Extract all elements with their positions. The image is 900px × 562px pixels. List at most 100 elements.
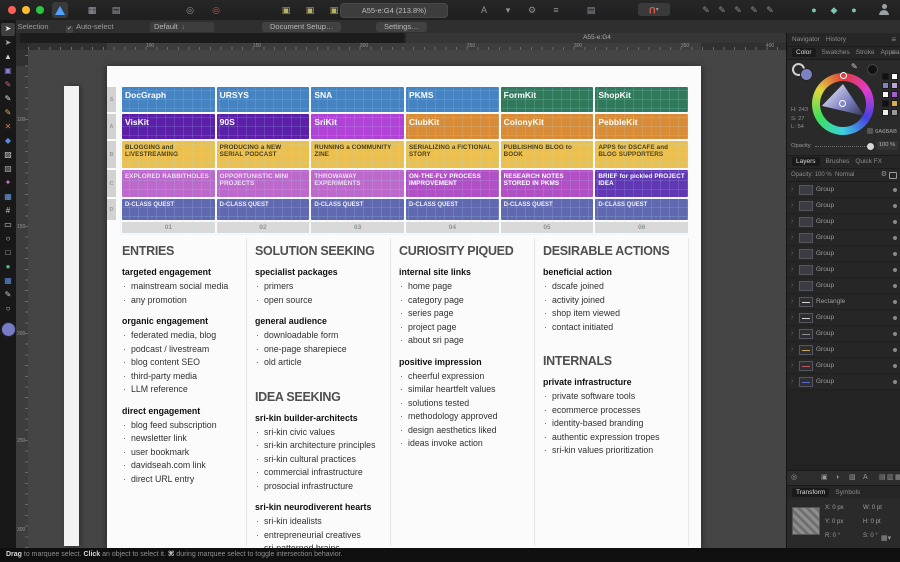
tab-color[interactable]: Color [792, 48, 816, 57]
layer-visibility-dot[interactable] [893, 284, 897, 288]
ellipse-tool[interactable]: ○ [1, 233, 15, 246]
expand-chevron-icon[interactable]: › [791, 378, 796, 385]
insert-pen-icon-5[interactable]: ✎ [762, 3, 778, 17]
expand-chevron-icon[interactable]: › [791, 250, 796, 257]
matrix-cell[interactable]: PUBLISHING BLOG to BOOK [501, 141, 594, 168]
layer-visibility-dot[interactable] [893, 252, 897, 256]
insert-pen-icon-2[interactable]: ✎ [714, 3, 730, 17]
eraser-tool[interactable]: ✕ [1, 121, 15, 134]
assets-icon[interactable]: ● [846, 3, 862, 17]
gradient-tool[interactable]: ▨ [1, 149, 15, 162]
transform-field[interactable]: H: 0 pt [863, 519, 881, 525]
layer-visibility-dot[interactable] [893, 300, 897, 304]
move-tool[interactable]: ➤ [1, 23, 15, 36]
layer-row[interactable]: ›Group [787, 262, 900, 278]
color-swatch[interactable] [882, 82, 889, 89]
blend-mode-dropdown[interactable]: Normal [835, 172, 854, 178]
layer-visibility-dot[interactable] [893, 268, 897, 272]
shapes-icon[interactable]: ◆ [826, 3, 842, 17]
delete-layer-icon[interactable]: ▦ [895, 471, 900, 485]
vector-brush-tool[interactable]: ✎ [1, 79, 15, 92]
tab-appearance[interactable]: Appearance [881, 49, 900, 56]
matrix-cell[interactable]: APPS for DSCAFE and BLOG SUPPORTERS [595, 141, 688, 168]
color-swatch[interactable] [891, 82, 898, 89]
opacity-value[interactable]: 100 % [876, 141, 898, 150]
layer-row[interactable]: ›Group [787, 198, 900, 214]
horizontal-ruler[interactable]: 100150200250300350400 [28, 43, 786, 50]
text-column[interactable]: SOLUTION SEEKINGspecialist packagesprime… [255, 244, 385, 556]
expand-chevron-icon[interactable]: › [791, 234, 796, 241]
rounded-rectangle-tool[interactable]: □ [1, 247, 15, 260]
layer-row[interactable]: ›Group [787, 310, 900, 326]
layer-row[interactable]: ›Group [787, 214, 900, 230]
style-picker-tool[interactable]: ✦ [1, 177, 15, 190]
color-swatch[interactable] [882, 91, 889, 98]
layout-icon[interactable]: ▤ [583, 3, 599, 17]
matrix-cell[interactable]: SNA [311, 87, 404, 112]
layer-row[interactable]: ›Group [787, 246, 900, 262]
point-transform-tool[interactable]: ▲ [1, 51, 15, 64]
layer-visibility-dot[interactable] [893, 380, 897, 384]
tab-swatches[interactable]: Swatches [822, 49, 850, 56]
fill-tool[interactable]: ◆ [1, 135, 15, 148]
export-persona-icon[interactable]: ▤ [108, 3, 124, 17]
opacity-slider[interactable] [815, 146, 871, 147]
shape-tool[interactable]: ● [1, 261, 15, 274]
order-icon[interactable]: ▾ [500, 3, 516, 17]
layers-opacity-value[interactable]: 100 % [815, 172, 832, 178]
rectangle-tool[interactable]: ▭ [1, 219, 15, 232]
matrix-cell[interactable]: THROWAWAY EXPERIMENTS [311, 170, 404, 197]
current-fill-swatch[interactable] [1, 322, 16, 337]
layer-row[interactable]: ›Group [787, 358, 900, 374]
layer-lock-icon[interactable] [889, 172, 897, 179]
align-icon[interactable]: ≡ [548, 3, 564, 17]
document-setup-button[interactable]: Document Setup… [262, 22, 341, 32]
text-column[interactable]: CURIOSITY PIQUEDinternal site linkshome … [399, 244, 529, 451]
matrix-cell[interactable]: VisKit [122, 114, 215, 139]
canvas[interactable]: SABCD DocGraphURSYSSNAPKMSFormKitShopKit… [28, 50, 786, 548]
matrix-cell[interactable]: URSYS [217, 87, 310, 112]
matrix-cell[interactable]: D-CLASS QUEST [595, 199, 688, 220]
preset-dropdown[interactable]: Default↕ [150, 22, 214, 32]
text-column[interactable]: DESIRABLE ACTIONSbeneficial actiondscafe… [543, 244, 673, 458]
matrix-cell[interactable]: ON-THE-FLY PROCESS IMPROVEMENT [406, 170, 499, 197]
adjustment-icon[interactable]: ◑ [835, 471, 839, 485]
character-icon[interactable]: A [476, 3, 492, 17]
color-swatch[interactable] [891, 73, 898, 80]
layer-row[interactable]: ›Group [787, 278, 900, 294]
insert-pen-icon-1[interactable]: ✎ [698, 3, 714, 17]
matrix-cell[interactable]: RUNNING a COMMUNITY ZINE [311, 141, 404, 168]
tab-history[interactable]: History [826, 36, 846, 43]
transform-field[interactable]: Y: 0 px [825, 519, 843, 525]
hue-marker[interactable] [840, 72, 847, 79]
layer-visibility-dot[interactable] [893, 348, 897, 352]
stock-icon[interactable]: ● [806, 3, 822, 17]
app-icon[interactable] [52, 2, 68, 18]
document-page[interactable]: SABCD DocGraphURSYSSNAPKMSFormKitShopKit… [107, 66, 701, 548]
history-icon[interactable]: ◎ [182, 3, 198, 17]
layer-visibility-dot[interactable] [893, 316, 897, 320]
matrix-cell[interactable]: BRIEF for pickled PROJECT IDEA [595, 170, 688, 197]
fx-icon[interactable]: ▧ [849, 471, 856, 485]
expand-chevron-icon[interactable]: › [791, 202, 796, 209]
insert-pen-icon-3[interactable]: ✎ [730, 3, 746, 17]
expand-chevron-icon[interactable]: › [791, 314, 796, 321]
layer-visibility-dot[interactable] [893, 220, 897, 224]
color-swatch[interactable] [882, 109, 889, 116]
matrix-cell[interactable]: ColonyKit [501, 114, 594, 139]
node-tool[interactable]: ➤ [1, 37, 15, 50]
matrix-cell[interactable]: SERIALIZING a FICTIONAL STORY [406, 141, 499, 168]
expand-chevron-icon[interactable]: › [791, 298, 796, 305]
matrix-cell[interactable]: PebbleKit [595, 114, 688, 139]
layer-visibility-dot[interactable] [893, 364, 897, 368]
layer-visibility-dot[interactable] [893, 204, 897, 208]
transform-field[interactable]: R: 0 ° [825, 533, 840, 539]
settings-button[interactable]: Settings… [376, 22, 427, 32]
tab-quick-fx[interactable]: Quick FX [855, 158, 882, 165]
vector-crop-tool[interactable]: # [1, 205, 15, 218]
color-swatch[interactable] [891, 109, 898, 116]
matrix-cell[interactable]: 90S [217, 114, 310, 139]
tab-stroke[interactable]: Stroke [856, 49, 875, 56]
matrix-cell[interactable]: PRODUCING a NEW SERIAL PODCAST [217, 141, 310, 168]
snap-grid-icon[interactable]: ▣ [326, 3, 342, 17]
